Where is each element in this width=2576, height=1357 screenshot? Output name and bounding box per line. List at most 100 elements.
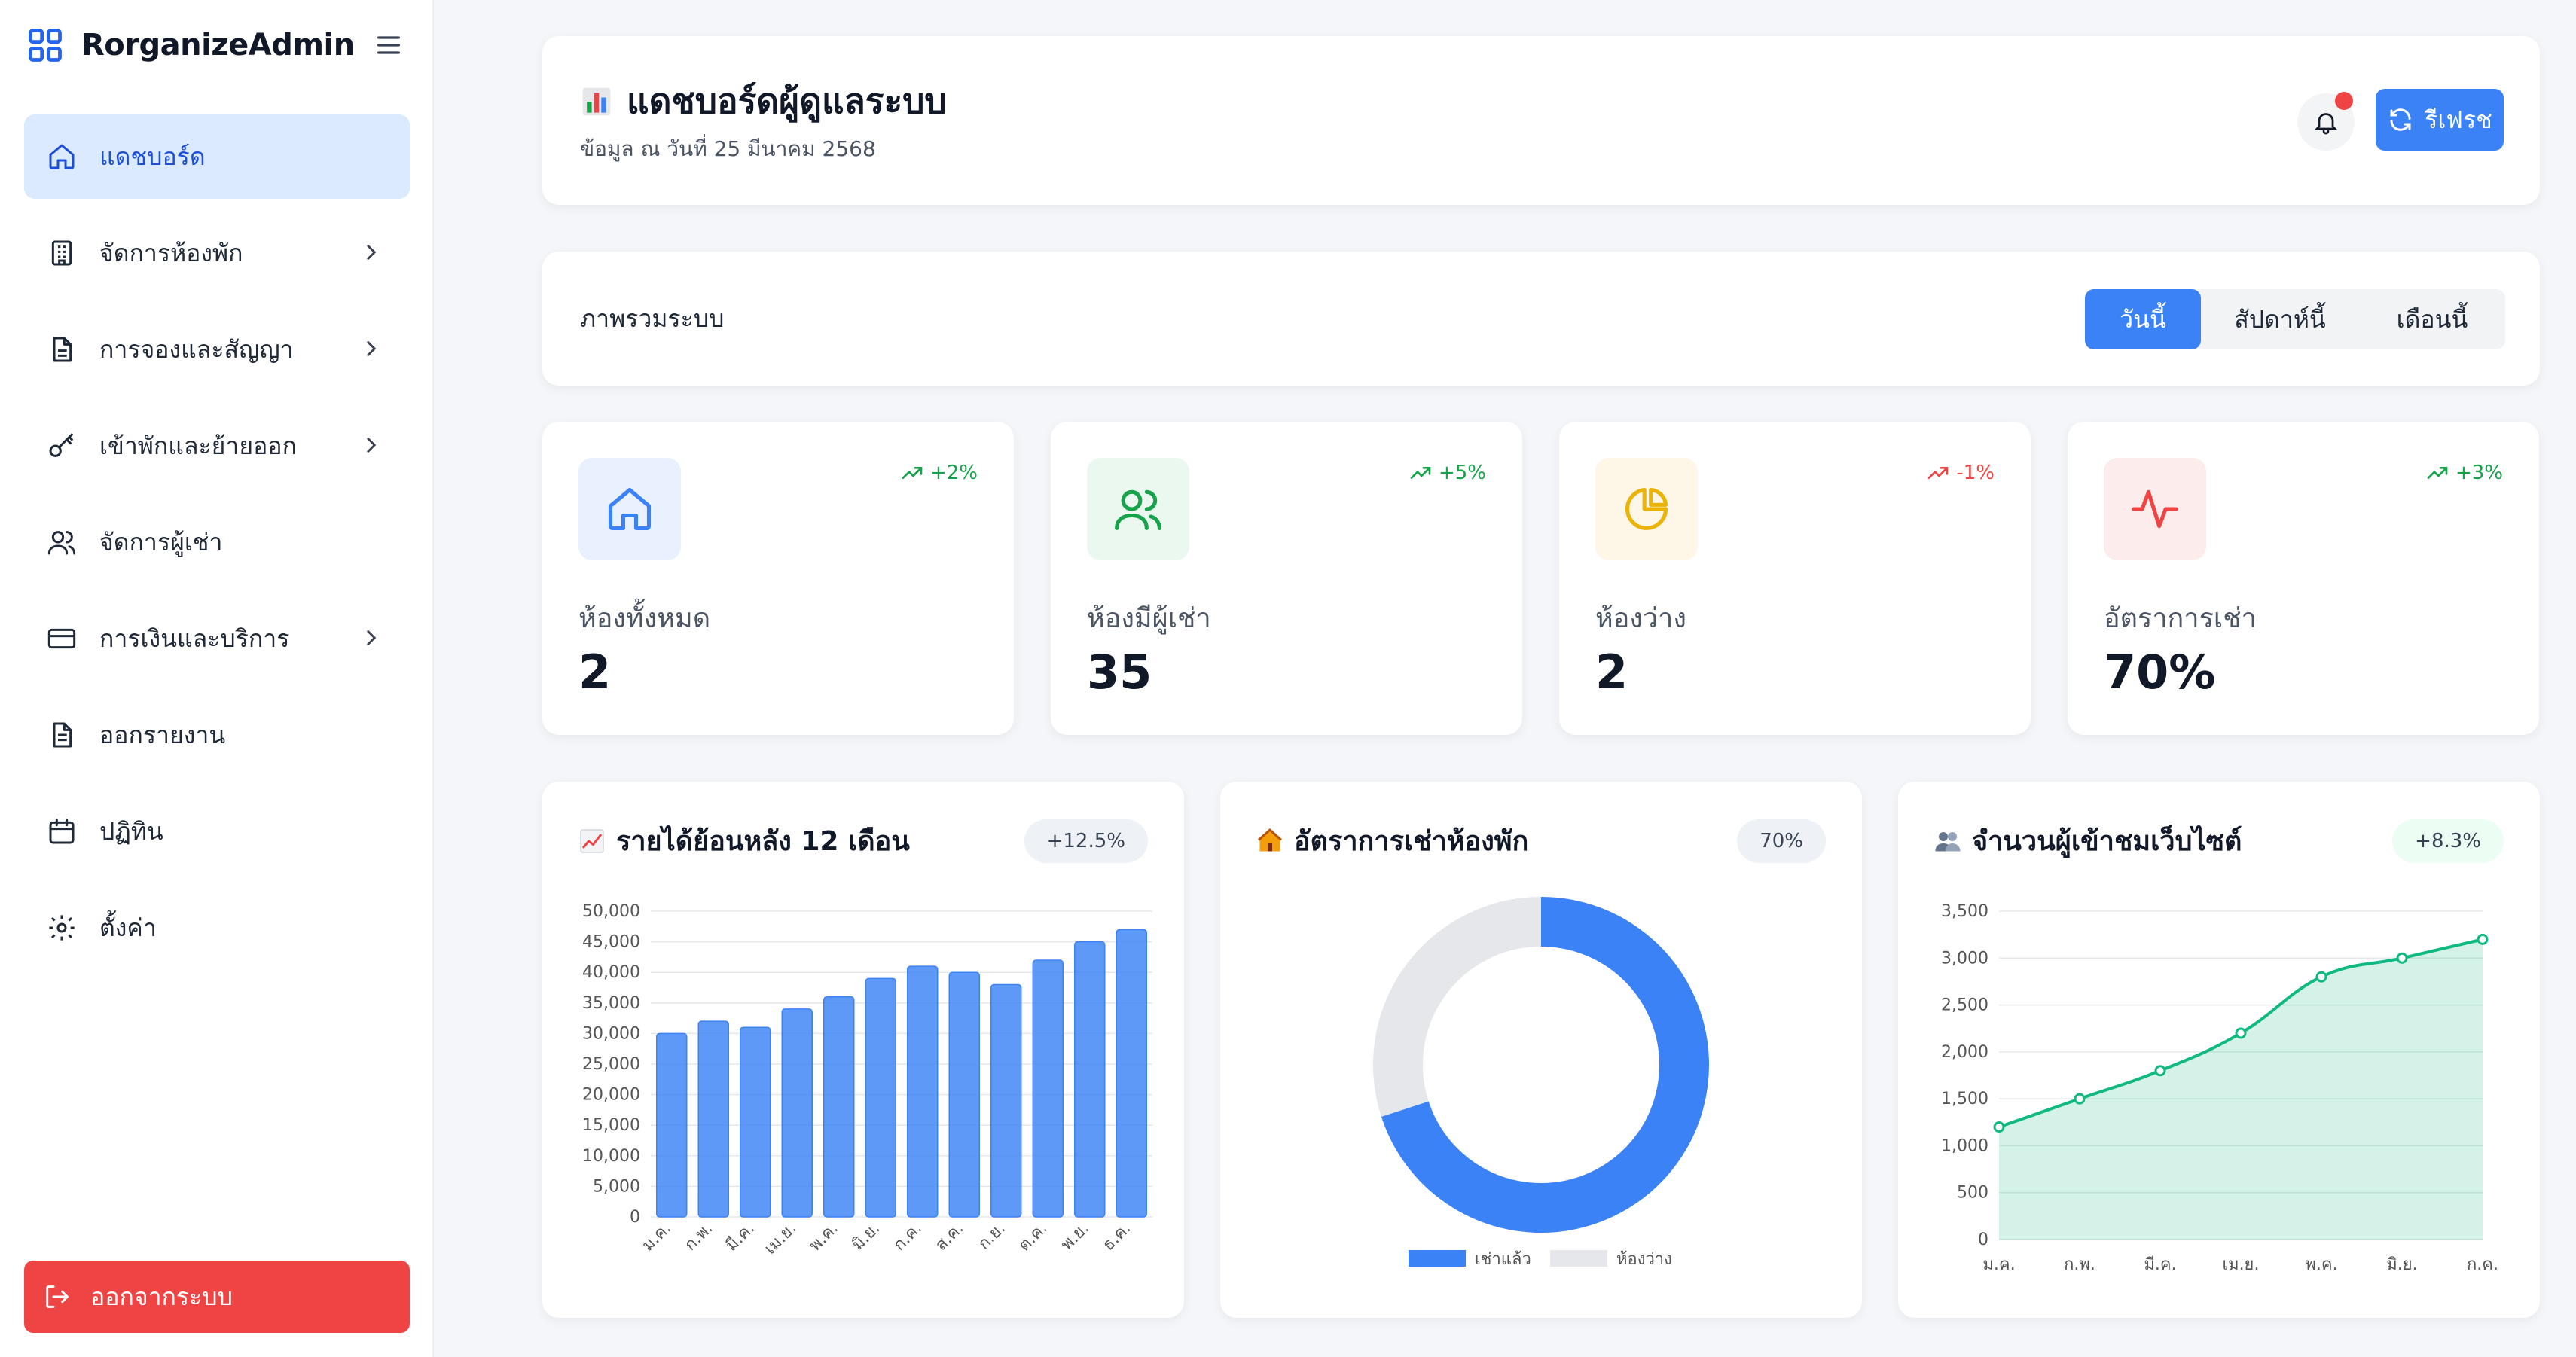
refresh-icon xyxy=(2390,108,2411,131)
x-tick-label: ธ.ค. xyxy=(1099,1219,1134,1255)
overview-label: ภาพรวมระบบ xyxy=(580,304,725,333)
x-tick-label: เม.ย. xyxy=(2223,1255,2260,1274)
stat-card-vacant-rooms[interactable]: -1% ห้องว่าง 2 xyxy=(1559,422,2031,735)
users-icon xyxy=(1115,489,1161,531)
stat-trend-value: +5% xyxy=(1438,462,1486,484)
y-tick-label: 2,000 xyxy=(1941,1043,1988,1062)
key-icon xyxy=(49,433,73,457)
sidebar-item-checkin[interactable]: เข้าพักและย้ายออก xyxy=(24,404,410,488)
sidebar-item-reports[interactable]: ออกรายงาน xyxy=(24,693,410,777)
sidebar-item-bookings[interactable]: การจองและสัญญา xyxy=(24,307,410,392)
y-tick-label: 1,000 xyxy=(1941,1136,1988,1155)
y-tick-label: 30,000 xyxy=(582,1024,640,1043)
donut-slice xyxy=(1373,897,1542,1117)
notification-dot xyxy=(2335,92,2353,110)
sidebar-item-tenants[interactable]: จัดการผู้เช่า xyxy=(24,500,410,584)
bar-chart-emoji-icon xyxy=(582,87,611,115)
sidebar-item-rooms[interactable]: จัดการห้องพัก xyxy=(24,211,410,295)
logout-label: ออกจากระบบ xyxy=(90,1282,233,1311)
sidebar-item-label: จัดการห้องพัก xyxy=(99,238,243,267)
stat-value: 2 xyxy=(1595,645,1628,700)
page-header: แดชบอร์ดผู้ดูแลระบบ ข้อมูล ณ วันที่ 25 ม… xyxy=(542,36,2540,205)
grid-logo-icon xyxy=(29,29,62,62)
chevron-right-icon xyxy=(367,630,377,645)
users-icon xyxy=(47,531,76,555)
stat-card-occupancy-rate[interactable]: +3% อัตราการเช่า 70% xyxy=(2068,422,2539,735)
period-week-button[interactable]: สัปดาห์นี้ xyxy=(2201,289,2359,349)
y-tick-label: 25,000 xyxy=(582,1055,640,1074)
period-today-button[interactable]: วันนี้ xyxy=(2085,289,2201,349)
data-point xyxy=(1993,1121,2005,1133)
x-tick-label: ก.ย. xyxy=(975,1219,1009,1254)
stat-card-occupied-rooms[interactable]: +5% ห้องมีผู้เช่า 35 xyxy=(1051,422,1522,735)
y-tick-label: 5,000 xyxy=(593,1177,640,1196)
period-month-button[interactable]: เดือนนี้ xyxy=(2359,289,2505,349)
revenue-chart-card: รายได้ย้อนหลัง 12 เดือน +12.5% 0 5,000 10,… xyxy=(542,782,1184,1318)
bar xyxy=(1032,959,1064,1218)
x-tick-label: พ.ค. xyxy=(2305,1255,2337,1274)
legend-swatch xyxy=(1409,1250,1466,1267)
logout-button[interactable]: ออกจากระบบ xyxy=(24,1261,410,1333)
y-tick-label: 20,000 xyxy=(582,1086,640,1105)
occupancy-chart-card: อัตราการเช่าห้องพัก 70% เช่าแล้ว ห้องว่าง xyxy=(1220,782,1862,1318)
sidebar-item-label: เข้าพักและย้ายออก xyxy=(99,431,297,460)
data-point xyxy=(2074,1093,2086,1105)
stat-value: 2 xyxy=(578,645,612,700)
sidebar-item-finance[interactable]: การเงินและบริการ xyxy=(24,596,410,681)
trend-up-icon xyxy=(1410,467,1431,479)
bar xyxy=(990,983,1022,1218)
visitors-chart-card: จำนวนผู้เข้าชมเว็บไซต์ +8.3% 0 500 1,000 1,… xyxy=(1898,782,2540,1318)
stat-trend: +2% xyxy=(900,461,978,485)
stat-label: ห้องว่าง xyxy=(1595,603,1686,634)
data-point xyxy=(2154,1065,2166,1077)
x-tick-label: มิ.ย. xyxy=(849,1219,884,1255)
sidebar-item-settings[interactable]: ตั้งค่า xyxy=(24,886,410,970)
sidebar-item-label: ปฏิทิน xyxy=(99,816,163,846)
visitors-area-chart: 0 500 1,000 1,500 2,000 2,500 3,000 3,500 ม.ค. ก.… xyxy=(1941,902,2498,1274)
bar xyxy=(823,996,855,1218)
sidebar-nav: แดชบอร์ด จัดการห้องพัก การจองและสัญญา เข… xyxy=(24,114,410,982)
x-tick-label: ต.ค. xyxy=(1015,1219,1051,1255)
pie-chart-icon xyxy=(1625,487,1668,530)
sidebar-item-calendar[interactable]: ปฏิทิน xyxy=(24,789,410,874)
x-tick-label: มี.ค. xyxy=(722,1219,758,1255)
sidebar: RorganizeAdmin แดชบอร์ด จัดการห้องพัก กา… xyxy=(0,0,434,1357)
legend-label: ห้องว่าง xyxy=(1616,1250,1672,1269)
revenue-bar-chart: 0 5,000 10,000 15,000 20,000 25,000 30,000 35,0… xyxy=(582,902,1152,1258)
x-tick-label: ม.ค. xyxy=(639,1219,675,1255)
bar xyxy=(740,1026,771,1218)
x-tick-label: เม.ย. xyxy=(761,1219,800,1258)
legend-label: เช่าแล้ว xyxy=(1475,1250,1531,1269)
chevron-right-icon xyxy=(367,341,377,356)
stat-icon-box xyxy=(1595,458,1698,560)
legend-swatch xyxy=(1550,1250,1607,1267)
refresh-button[interactable]: รีเฟรช xyxy=(2376,89,2504,151)
activity-icon xyxy=(2132,489,2178,529)
stat-value: 35 xyxy=(1087,645,1152,700)
y-tick-label: 10,000 xyxy=(582,1147,640,1166)
stat-label: ห้องทั้งหมด xyxy=(578,603,711,634)
area-fill xyxy=(1999,939,2483,1240)
app-name: RorganizeAdmin xyxy=(81,28,355,63)
bar xyxy=(781,1008,813,1218)
stat-label: อัตราการเช่า xyxy=(2104,603,2257,634)
x-tick-label: ส.ค. xyxy=(932,1219,967,1255)
stat-icon-box xyxy=(1087,458,1189,560)
y-tick-label: 2,500 xyxy=(1941,996,1988,1015)
bar xyxy=(948,971,980,1218)
home-icon xyxy=(608,487,652,531)
stat-trend: -1% xyxy=(1926,461,1995,485)
brand[interactable]: RorganizeAdmin xyxy=(26,23,355,68)
y-tick-label: 50,000 xyxy=(582,902,640,921)
page-subtitle: ข้อมูล ณ วันที่ 25 มีนาคม 2568 xyxy=(580,136,876,161)
stat-label: ห้องมีผู้เช่า xyxy=(1087,603,1211,634)
hamburger-menu-icon[interactable] xyxy=(374,30,404,60)
stat-card-total-rooms[interactable]: +2% ห้องทั้งหมด 2 xyxy=(542,422,1014,735)
calendar-icon xyxy=(49,819,75,844)
data-point xyxy=(2235,1027,2247,1039)
stat-trend: +3% xyxy=(2425,461,2503,485)
y-tick-label: 1,500 xyxy=(1941,1090,1988,1108)
x-tick-label: ก.ค. xyxy=(2467,1255,2498,1274)
sidebar-item-dashboard[interactable]: แดชบอร์ด xyxy=(24,114,410,199)
trend-up-icon xyxy=(902,467,923,479)
